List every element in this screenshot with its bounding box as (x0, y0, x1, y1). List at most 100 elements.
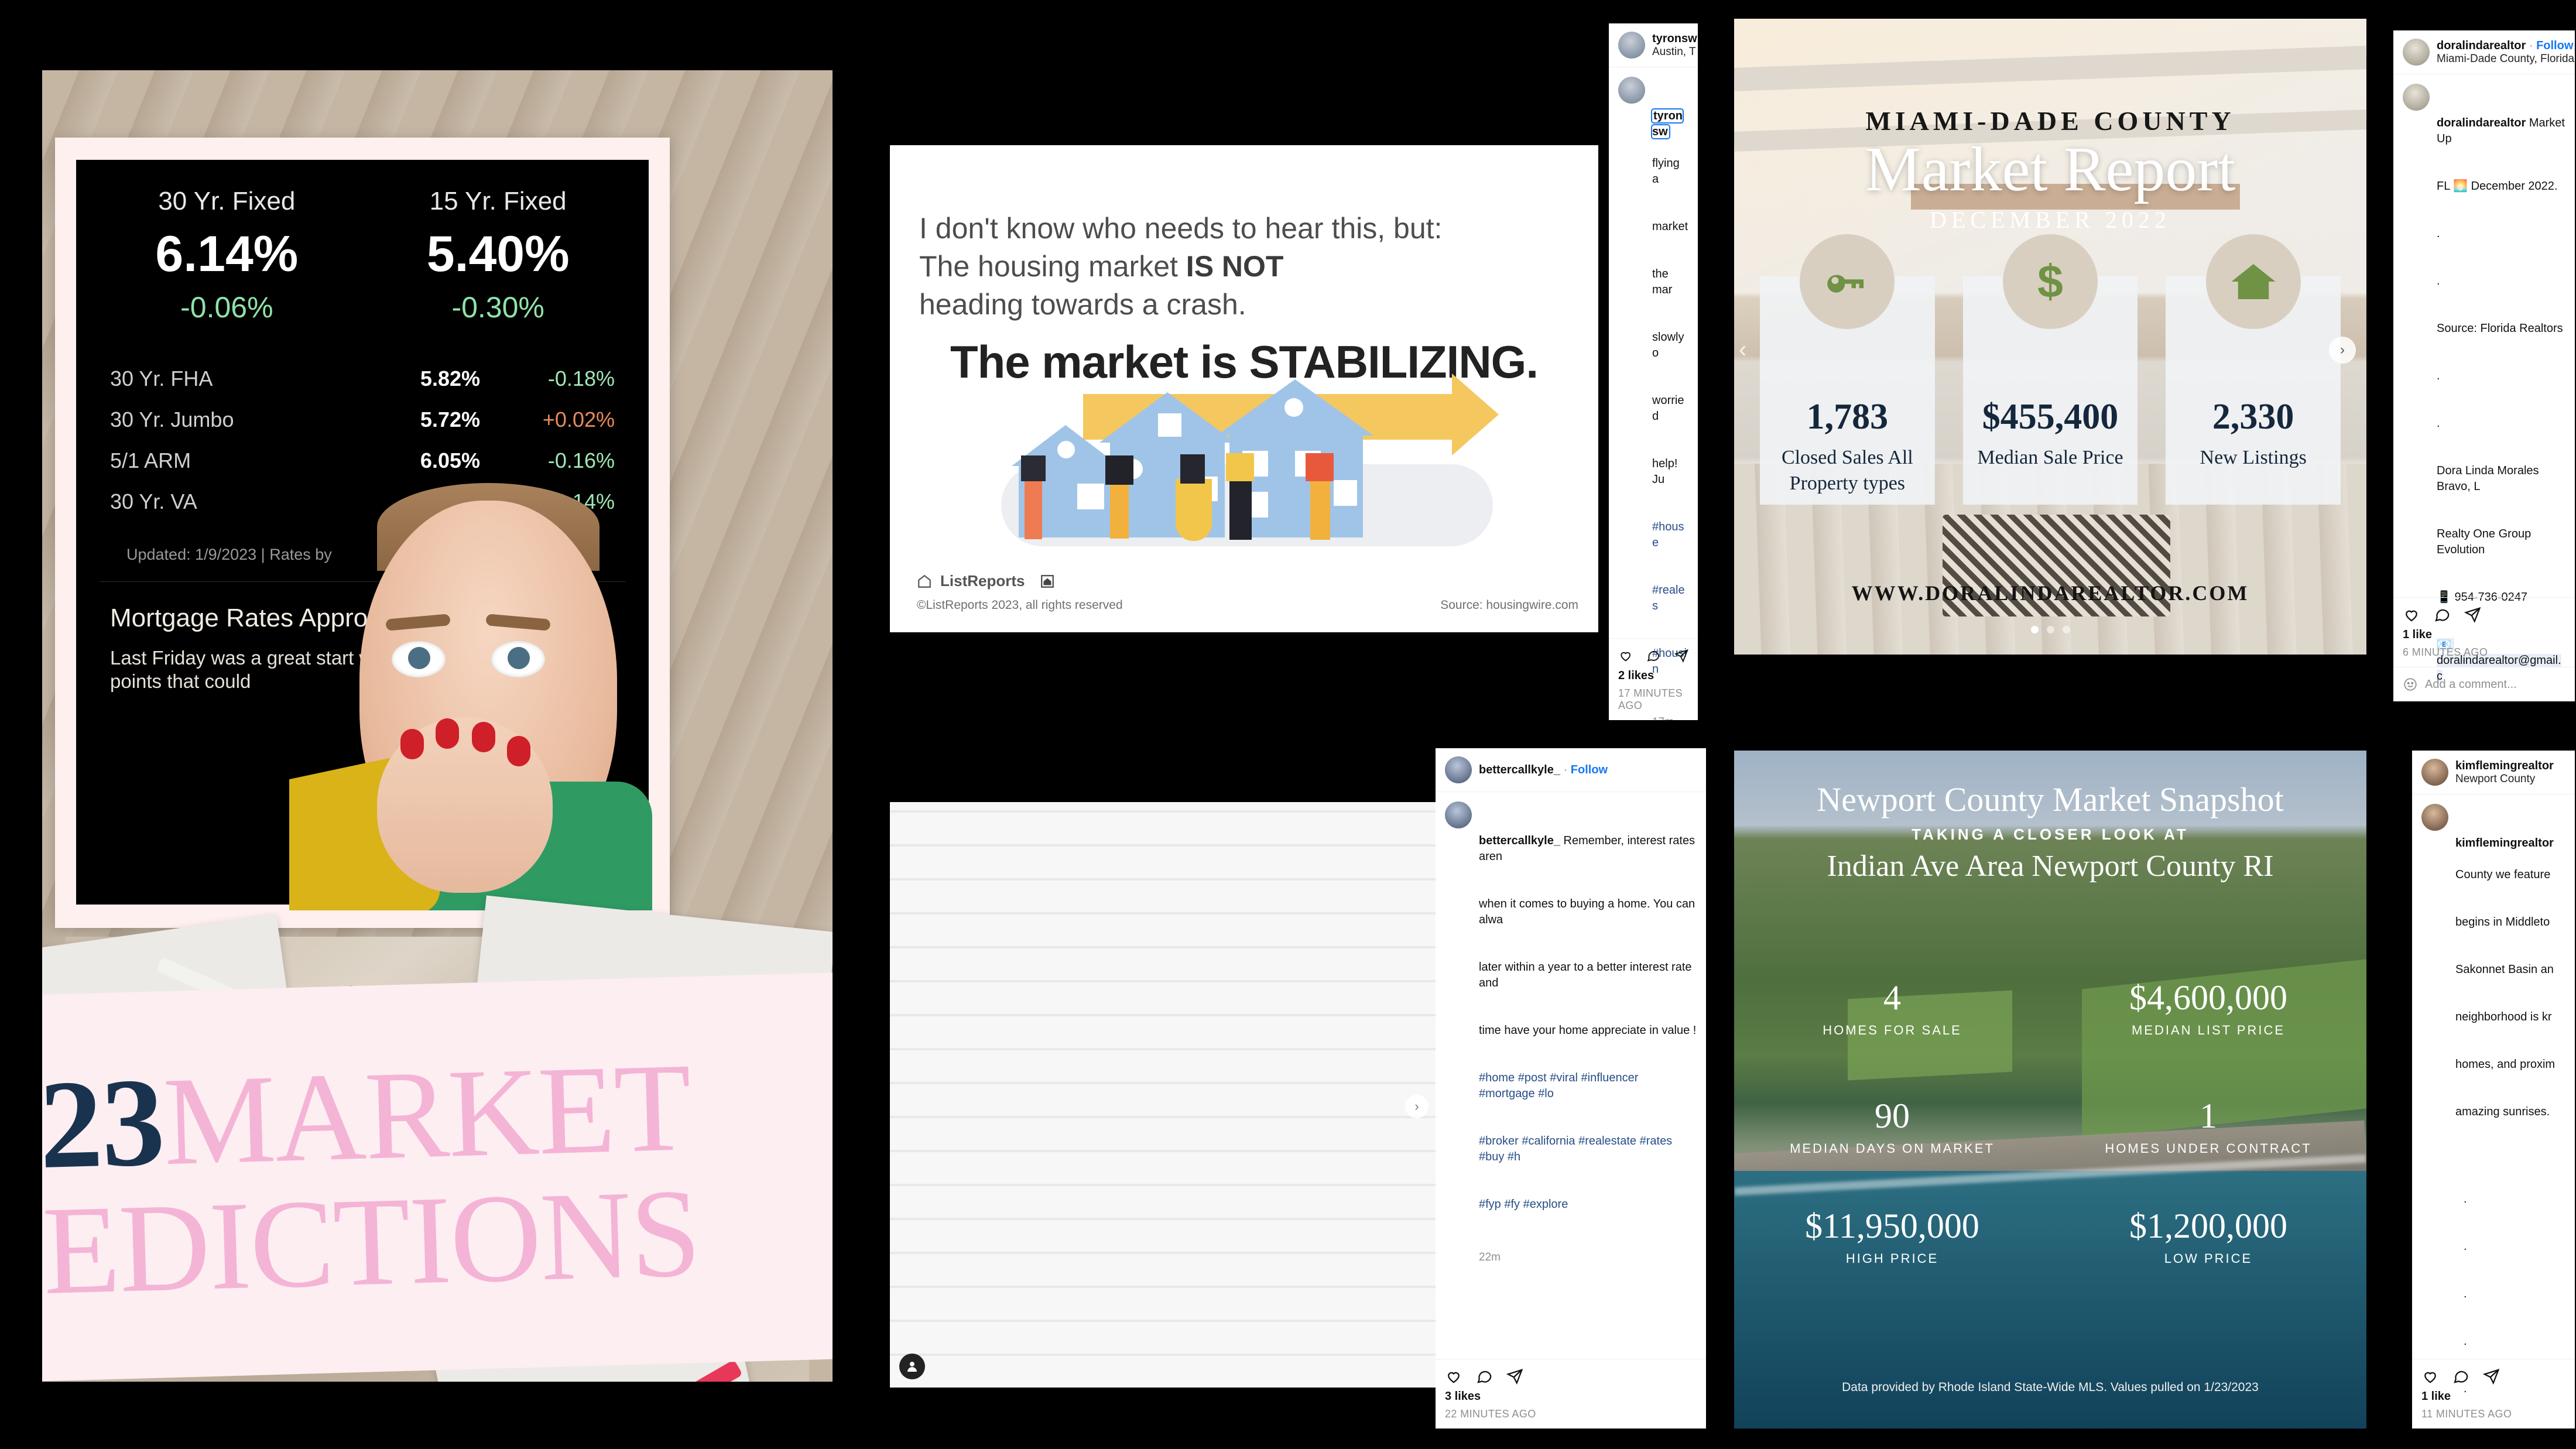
tagged-people-icon[interactable] (899, 1354, 925, 1379)
instagram-sidebar-kimflemingrealtor[interactable]: kimflemingrealtor Newport County kimflem… (2412, 751, 2575, 1429)
username[interactable]: doralindarealtor (2437, 39, 2526, 52)
add-comment-row[interactable]: Add a comment... (2393, 667, 2575, 701)
avatar[interactable] (2421, 804, 2448, 831)
carousel-pagination (1734, 626, 2366, 633)
follow-button[interactable]: Follow (2536, 39, 2573, 52)
comment-icon[interactable] (1475, 1368, 1493, 1385)
like-count[interactable]: 3 likes (1436, 1389, 1706, 1405)
carousel-prev-button[interactable]: ‹ (1739, 337, 1746, 363)
emoji-icon[interactable] (2403, 677, 2418, 692)
share-icon[interactable] (1674, 647, 1688, 664)
avatar[interactable] (1618, 77, 1645, 104)
avatar[interactable] (2421, 759, 2448, 786)
stat-block: 90 MEDIAN DAYS ON MARKET (1734, 1096, 2050, 1156)
avatar[interactable] (1618, 32, 1645, 59)
username[interactable]: kimflemingrealtor (2455, 759, 2554, 773)
hashtag-line[interactable]: #broker #california #realestate #rates #… (1479, 1133, 1697, 1165)
eye-left (392, 641, 446, 677)
caption-dot: . (2464, 1240, 2467, 1253)
caption-username[interactable]: tyronsw (1651, 108, 1684, 139)
stat-card: 2,330 New Listings (2166, 234, 2341, 505)
miami-eyebrow: MIAMI-DADE COUNTY (1865, 106, 2235, 136)
username[interactable]: tyronsw (1652, 32, 1697, 46)
newport-footer-note: Data provided by Rhode Island State-Wide… (1842, 1381, 2259, 1394)
share-icon[interactable] (2482, 1368, 2500, 1385)
rate-row-name: 30 Yr. FHA (110, 366, 213, 390)
instagram-sidebar-bettercallkyle[interactable]: bettercallkyle_ · Follow bettercallkyle_… (1436, 748, 1706, 1429)
stat-card: 1,783 Closed Sales All Property types (1760, 234, 1935, 505)
stat-label: HIGH PRICE (1845, 1251, 1939, 1266)
post-image-newport-county-snapshot[interactable]: Newport County Market Snapshot TAKING A … (1734, 751, 2366, 1429)
post-header[interactable]: bettercallkyle_ · Follow (1436, 748, 1706, 792)
caption-line: FL 🌅 December 2022. (2437, 180, 2558, 193)
username[interactable]: bettercallkyle_ (1479, 763, 1560, 776)
like-count[interactable]: 2 likes (1609, 668, 1698, 684)
stat-block: $4,600,000 MEDIAN LIST PRICE (2050, 978, 2366, 1038)
comment-icon[interactable] (1646, 647, 1660, 664)
post-caption: bettercallkyle_ Remember, interest rates… (1436, 792, 1706, 1297)
stat-block: 4 HOMES FOR SALE (1734, 978, 2050, 1038)
stat-label: HOMES UNDER CONTRACT (2105, 1141, 2312, 1156)
post-image-miami-dade-market-report[interactable]: MIAMI-DADE COUNTY Market Report DECEMBER… (1734, 19, 2366, 655)
avatar[interactable] (1445, 756, 1472, 783)
house-window (1158, 413, 1181, 437)
stat-label: MEDIAN LIST PRICE (2131, 1023, 2286, 1037)
hashtag-line[interactable]: #reales (1652, 583, 1688, 614)
caption-source: Source: Florida Realtors (2437, 322, 2563, 335)
post-location[interactable]: Austin, T (1652, 46, 1697, 59)
carousel-next-button[interactable]: › (1405, 1095, 1429, 1118)
caption-username[interactable]: doralindarealtor (2437, 117, 2526, 129)
caption-username[interactable]: kimflemingrealtor (2455, 837, 2554, 849)
stat-label: LOW PRICE (2164, 1251, 2253, 1266)
comment-icon[interactable] (2433, 606, 2451, 624)
instagram-sidebar-tyronsw[interactable]: tyronsw Austin, T tyronsw flying a marke… (1609, 23, 1698, 720)
hashtag-line[interactable]: #fyp #fy #explore (1479, 1197, 1697, 1212)
screenshot-canvas: 30 Yr. Fixed 15 Yr. Fixed 6.14% 5.40% -0… (0, 0, 2576, 1449)
post-header[interactable]: tyronsw Austin, T (1609, 23, 1698, 67)
post-timestamp: 22 MINUTES AGO (1445, 1408, 1536, 1420)
avatar[interactable] (2403, 39, 2430, 66)
pagination-dot[interactable] (2046, 626, 2054, 633)
share-icon[interactable] (1506, 1368, 1523, 1385)
like-count[interactable]: 1 like (2393, 627, 2575, 643)
post-location[interactable]: Miami-Dade County, Florida (2437, 53, 2574, 66)
market-predictions-title: 23MARKET EDICTIONS (42, 972, 833, 1382)
follow-button[interactable]: Follow (1571, 763, 1608, 776)
post-location[interactable]: Newport County (2455, 773, 2554, 786)
pagination-dot-active[interactable] (2030, 626, 2039, 633)
post-header[interactable]: kimflemingrealtor Newport County (2412, 751, 2575, 794)
brick-wall-background (890, 802, 1440, 1388)
pagination-dot[interactable] (2062, 626, 2070, 633)
stat-label: Median Sale Price (1977, 447, 2123, 468)
post-header[interactable]: doralindarealtor · Follow Miami-Dade Cou… (2393, 30, 2575, 74)
carousel-next-button[interactable]: › (2329, 337, 2356, 364)
roof-window (1284, 398, 1303, 417)
caption-line: amazing sunrises. (2455, 1105, 2550, 1118)
heart-icon[interactable] (1618, 647, 1633, 664)
heart-icon[interactable] (1445, 1368, 1462, 1385)
avatar[interactable] (2403, 84, 2430, 111)
rate-value-15yr: 5.40% (426, 226, 570, 282)
post-footer: 3 likes 22 MINUTES AGO (1436, 1359, 1706, 1429)
post-timestamp: 17 MINUTES AGO (1618, 687, 1683, 711)
hashtag-line[interactable]: #home #post #viral #influencer #mortgage… (1479, 1070, 1697, 1102)
dollar-icon: $ (2003, 234, 2098, 329)
heart-icon[interactable] (2421, 1368, 2439, 1385)
post-image-mortgage-rates[interactable]: 30 Yr. Fixed 15 Yr. Fixed 6.14% 5.40% -0… (42, 70, 833, 1382)
add-comment-placeholder[interactable]: Add a comment... (2425, 678, 2517, 691)
caption-username[interactable]: bettercallkyle_ (1479, 834, 1560, 847)
table-row: 30 Yr. FHA 5.82% -0.18% (110, 358, 615, 399)
hashtag-line[interactable]: #house (1652, 519, 1688, 551)
post-image-listreports[interactable]: I don't know who needs to hear this, but… (890, 145, 1598, 632)
post-image-then-vs-now[interactable]: Buying THEN vs NOW Where is the opportun… (890, 802, 1440, 1388)
share-icon[interactable] (2464, 606, 2481, 624)
comment-icon[interactable] (2452, 1368, 2469, 1385)
heart-icon[interactable] (2403, 606, 2420, 624)
caption-line: market (1652, 220, 1688, 233)
rate-row-name: 30 Yr. Jumbo (110, 407, 234, 431)
like-count[interactable]: 1 like (2412, 1389, 2575, 1405)
avatar[interactable] (1445, 801, 1472, 828)
stat-label: Closed Sales All Property types (1781, 447, 1913, 495)
instagram-sidebar-doralindarealtor[interactable]: doralindarealtor · Follow Miami-Dade Cou… (2393, 30, 2575, 701)
